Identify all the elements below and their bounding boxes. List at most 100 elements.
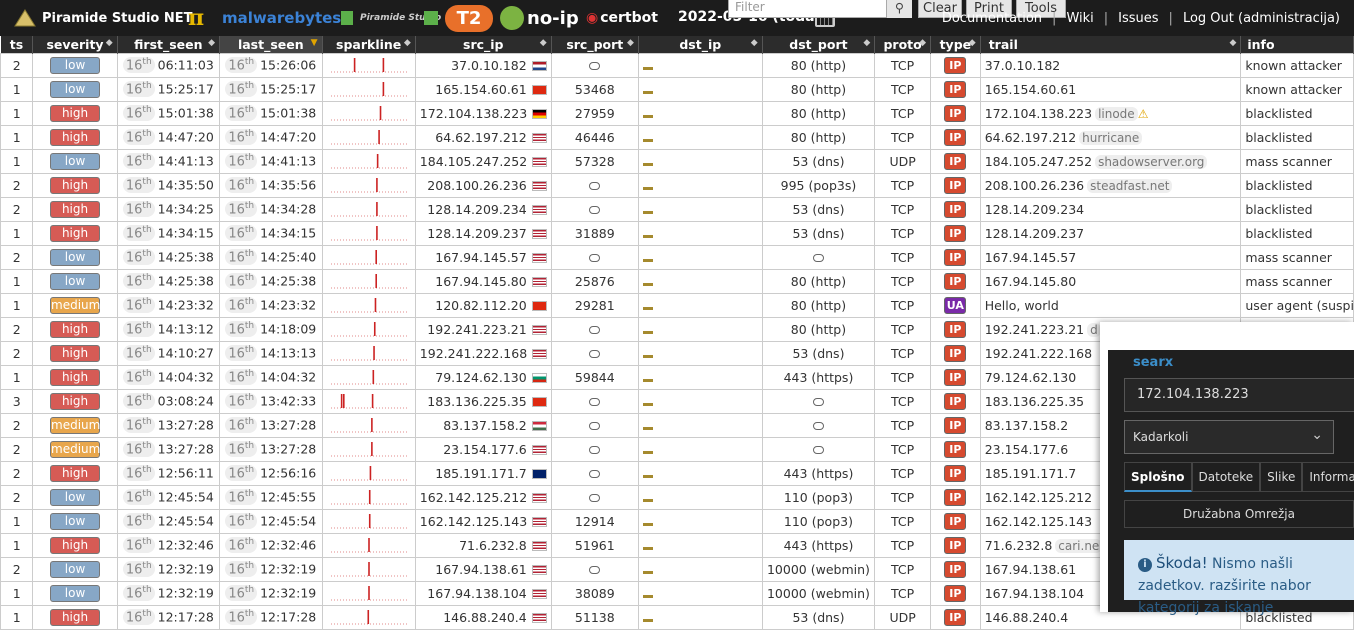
col-trail[interactable]: trail ◆: [980, 36, 1242, 53]
searx-title[interactable]: searx: [1133, 355, 1173, 370]
severity-cell[interactable]: medium: [32, 412, 118, 438]
table-row[interactable]: 1 low 16th 14:25:38 16th 14:25:38 167.94.145.8…: [0, 268, 1354, 294]
severity-cell[interactable]: high: [32, 316, 118, 342]
app-logo-icon[interactable]: [424, 6, 438, 30]
severity-cell[interactable]: medium: [32, 436, 118, 462]
dst-ip-cell[interactable]: [637, 412, 763, 438]
dst-port-cell[interactable]: 80 (http): [761, 268, 876, 294]
searx-search-input[interactable]: 172.104.138.223: [1124, 378, 1354, 412]
dst-ip-cell[interactable]: [637, 196, 763, 222]
certbot-logo[interactable]: ◉ certbot: [586, 6, 658, 30]
dst-ip-cell[interactable]: [637, 244, 763, 270]
severity-cell[interactable]: high: [32, 388, 118, 414]
trail-cell[interactable]: 165.154.60.61: [979, 76, 1242, 102]
severity-cell[interactable]: high: [32, 532, 118, 558]
src-ip-cell[interactable]: 128.14.209.237: [414, 220, 552, 246]
dst-port-cell[interactable]: 53 (dns): [761, 196, 876, 222]
src-port-cell[interactable]: [550, 388, 639, 414]
table-row[interactable]: 2 high 16th 14:34:25 16th 14:34:28 128.14.209.…: [0, 196, 1354, 222]
trail-cell[interactable]: 172.104.138.223 linode ⚠: [979, 100, 1242, 126]
table-row[interactable]: 1 high 16th 14:34:15 16th 14:34:15 128.14.209.…: [0, 220, 1354, 246]
severity-cell[interactable]: low: [32, 484, 118, 510]
src-ip-cell[interactable]: 146.88.240.4: [414, 604, 552, 630]
tab-slike[interactable]: Slike: [1260, 462, 1303, 492]
filter-input[interactable]: Filter: [728, 0, 912, 18]
dst-ip-cell[interactable]: [637, 76, 763, 102]
dst-ip-cell[interactable]: [637, 580, 763, 606]
src-port-cell[interactable]: [550, 436, 639, 462]
col-dst-port[interactable]: dst_port ◆: [762, 36, 876, 53]
src-port-cell[interactable]: [550, 52, 639, 78]
dst-port-cell[interactable]: 10000 (webmin): [761, 556, 876, 582]
src-ip-cell[interactable]: 23.154.177.6: [414, 436, 552, 462]
src-port-cell[interactable]: 12914: [550, 508, 639, 534]
src-port-cell[interactable]: 51961: [550, 532, 639, 558]
src-ip-cell[interactable]: 172.104.138.223: [414, 100, 552, 126]
severity-cell[interactable]: high: [32, 604, 118, 630]
src-port-cell[interactable]: 59844: [550, 364, 639, 390]
severity-cell[interactable]: high: [32, 124, 118, 150]
src-ip-cell[interactable]: 162.142.125.143: [414, 508, 552, 534]
col-info[interactable]: info: [1240, 36, 1354, 53]
severity-cell[interactable]: low: [32, 148, 118, 174]
src-ip-cell[interactable]: 128.14.209.234: [414, 196, 552, 222]
col-severity[interactable]: severity ◆: [32, 36, 118, 53]
severity-cell[interactable]: low: [32, 508, 118, 534]
src-port-cell[interactable]: [550, 244, 639, 270]
severity-cell[interactable]: low: [32, 580, 118, 606]
src-ip-cell[interactable]: 71.6.232.8: [414, 532, 552, 558]
dst-port-cell[interactable]: 80 (http): [761, 100, 876, 126]
src-port-cell[interactable]: 46446: [550, 124, 639, 150]
dst-ip-cell[interactable]: [637, 316, 763, 342]
src-port-cell[interactable]: [550, 316, 639, 342]
nav-issues[interactable]: Issues: [1118, 11, 1158, 26]
dst-ip-cell[interactable]: [637, 556, 763, 582]
severity-cell[interactable]: low: [32, 268, 118, 294]
col-src-ip[interactable]: src_ip ◆: [415, 36, 552, 53]
dst-port-cell[interactable]: [761, 244, 876, 270]
nav-documentation[interactable]: Documentation: [942, 11, 1042, 26]
severity-cell[interactable]: low: [32, 52, 118, 78]
nav-wiki[interactable]: Wiki: [1066, 11, 1093, 26]
dst-port-cell[interactable]: 443 (https): [761, 532, 876, 558]
dst-ip-cell[interactable]: [637, 268, 763, 294]
src-ip-cell[interactable]: 120.82.112.20: [414, 292, 552, 318]
nav-logout[interactable]: Log Out (administracija): [1183, 11, 1340, 26]
dst-port-cell[interactable]: [761, 388, 876, 414]
severity-cell[interactable]: high: [32, 460, 118, 486]
dst-port-cell[interactable]: 80 (http): [761, 316, 876, 342]
src-port-cell[interactable]: 25876: [550, 268, 639, 294]
src-ip-cell[interactable]: 184.105.247.252: [414, 148, 552, 174]
dst-port-cell[interactable]: 53 (dns): [761, 340, 876, 366]
src-ip-cell[interactable]: 167.94.145.80: [414, 268, 552, 294]
severity-cell[interactable]: high: [32, 340, 118, 366]
col-proto[interactable]: proto ◆: [874, 36, 932, 53]
severity-cell[interactable]: high: [32, 364, 118, 390]
severity-cell[interactable]: low: [32, 76, 118, 102]
dst-ip-cell[interactable]: [637, 604, 763, 630]
dst-ip-cell[interactable]: [637, 364, 763, 390]
dst-port-cell[interactable]: 53 (dns): [761, 148, 876, 174]
search-icon[interactable]: ⚲: [886, 0, 912, 18]
col-last-seen[interactable]: last_seen ▼: [219, 36, 323, 53]
src-ip-cell[interactable]: 167.94.138.104: [414, 580, 552, 606]
src-port-cell[interactable]: 27959: [550, 100, 639, 126]
src-ip-cell[interactable]: 79.124.62.130: [414, 364, 552, 390]
src-ip-cell[interactable]: 167.94.138.61: [414, 556, 552, 582]
src-ip-cell[interactable]: 64.62.197.212: [414, 124, 552, 150]
src-port-cell[interactable]: 51138: [550, 604, 639, 630]
table-row[interactable]: 2 low 16th 14:25:38 16th 14:25:40 167.94.145.5…: [0, 244, 1354, 270]
dst-ip-cell[interactable]: [637, 100, 763, 126]
dst-port-cell[interactable]: [761, 412, 876, 438]
searx-category-select[interactable]: Kadarkoli ⌄: [1124, 420, 1334, 454]
src-port-cell[interactable]: [550, 460, 639, 486]
table-row[interactable]: 1 high 16th 14:47:20 16th 14:47:20 64.62.197.2…: [0, 124, 1354, 150]
dst-port-cell[interactable]: 80 (http): [761, 52, 876, 78]
src-port-cell[interactable]: 29281: [550, 292, 639, 318]
dst-port-cell[interactable]: 53 (dns): [761, 604, 876, 630]
col-first-seen[interactable]: first_seen ◆: [117, 36, 221, 53]
trail-cell[interactable]: 208.100.26.236 steadfast.net: [979, 172, 1242, 198]
src-port-cell[interactable]: [550, 556, 639, 582]
brand[interactable]: Piramide Studio NET: [14, 7, 193, 29]
src-ip-cell[interactable]: 162.142.125.212: [414, 484, 552, 510]
